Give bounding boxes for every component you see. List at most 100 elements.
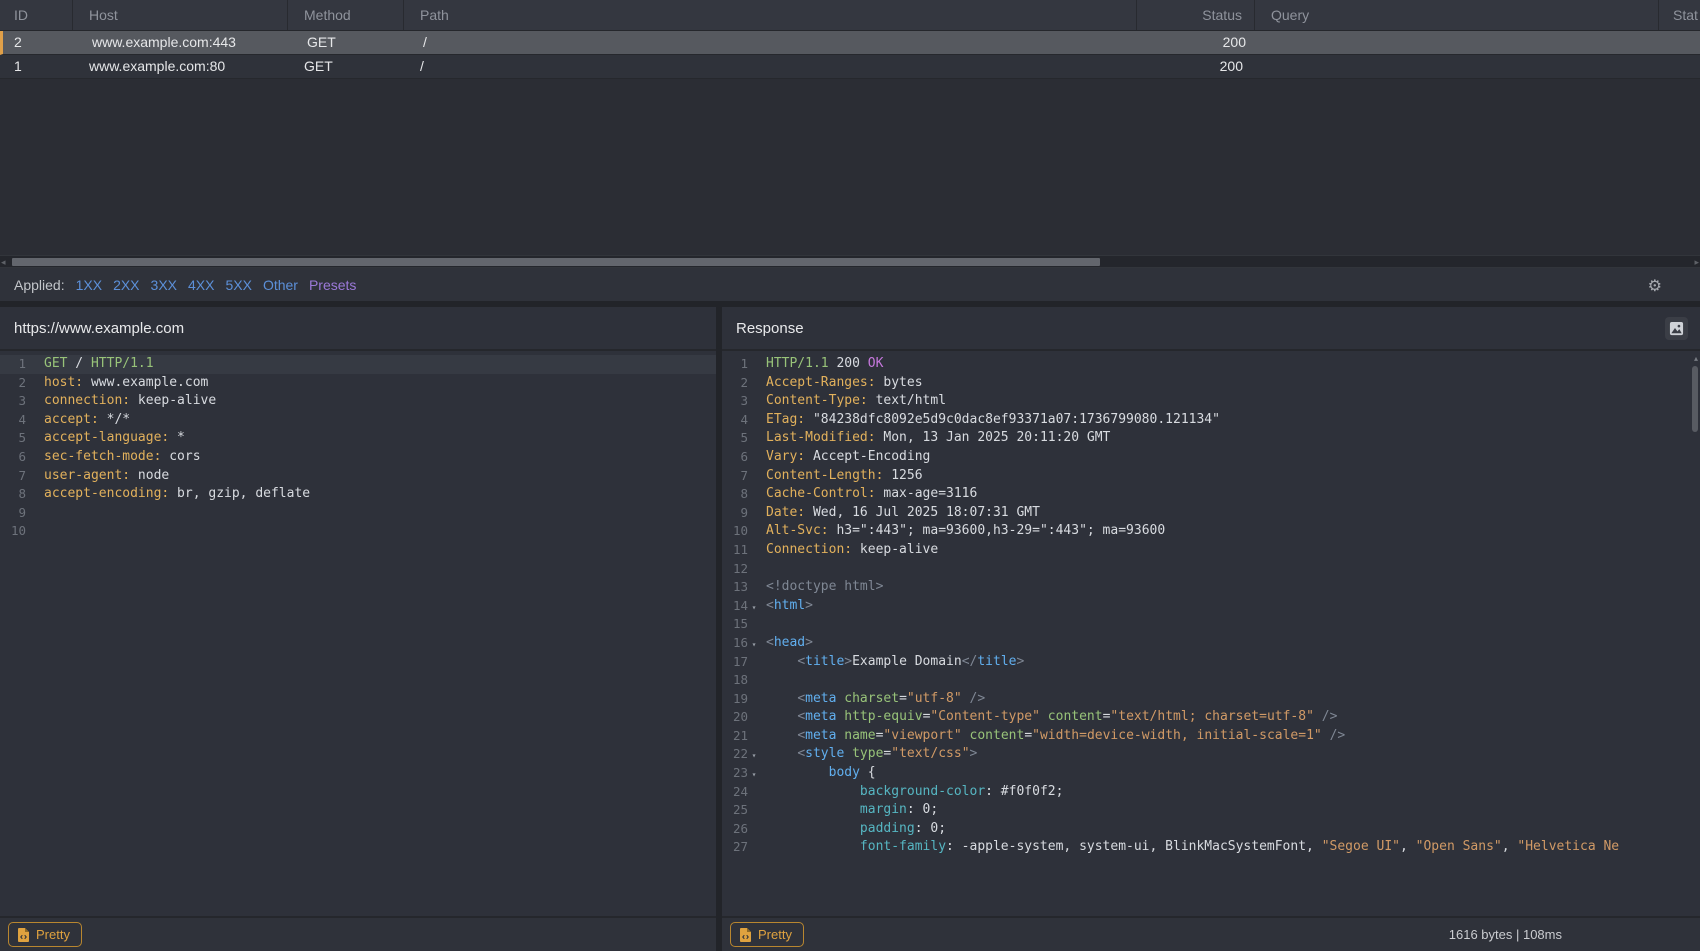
filter-5xx[interactable]: 5XX [225,277,251,293]
line-number: 23 [722,764,748,783]
filter-3xx[interactable]: 3XX [151,277,177,293]
code-text: background-color: #f0f0f2; [766,783,1063,802]
response-pretty-button[interactable]: Pretty [730,922,804,947]
column-header-query[interactable]: Query [1255,0,1659,30]
code-line: 19 <meta charset="utf-8" /> [722,690,1700,709]
filter-1xx[interactable]: 1XX [76,277,102,293]
column-header-path[interactable]: Path [404,0,1137,30]
line-number: 4 [0,411,26,430]
code-line: 4accept: */* [0,411,716,430]
scroll-up-icon[interactable]: ▴ [1694,354,1698,363]
code-line: 10 [0,522,716,541]
fold-toggle-icon[interactable]: ▾ [748,634,760,653]
code-line: 11Connection: keep-alive [722,541,1700,560]
scroll-right-icon[interactable]: ▸ [1694,257,1699,267]
fold-toggle-icon[interactable]: ▾ [748,764,760,783]
horizontal-scrollbar[interactable]: ◂ ▸ [0,255,1700,268]
code-text: accept-language: * [44,429,185,448]
response-panel-header: Response [722,307,1700,351]
pretty-file-icon [18,928,29,942]
table-row[interactable]: 1www.example.com:80GET/200 [0,55,1700,79]
line-number: 21 [722,727,748,746]
fold-toggle-icon[interactable]: ▾ [748,597,760,616]
fold-toggle-icon[interactable]: ▾ [748,745,760,764]
code-line: 9Date: Wed, 16 Jul 2025 18:07:31 GMT [722,504,1700,523]
column-header-host[interactable]: Host [73,0,288,30]
code-line: 3connection: keep-alive [0,392,716,411]
filter-4xx[interactable]: 4XX [188,277,214,293]
code-line: 17 <title>Example Domain</title> [722,653,1700,672]
request-footer: Pretty [0,916,716,951]
column-header-stat[interactable]: Stat [1659,0,1700,30]
fold-spacer [748,653,760,672]
line-number: 3 [722,392,748,411]
fold-spacer [748,820,760,839]
line-number: 27 [722,838,748,857]
fold-spacer [748,615,760,634]
response-editor[interactable]: ▴ 1HTTP/1.1 200 OK2Accept-Ranges: bytes3… [722,353,1700,916]
fold-spacer [748,801,760,820]
line-number: 5 [722,429,748,448]
request-pretty-label: Pretty [36,927,70,942]
line-number: 7 [722,467,748,486]
response-scrollbar-thumb[interactable] [1692,366,1698,432]
code-line: 6Vary: Accept-Encoding [722,448,1700,467]
code-text: Last-Modified: Mon, 13 Jan 2025 20:11:20… [766,429,1110,448]
column-header-method[interactable]: Method [288,0,404,30]
table-row[interactable]: 2www.example.com:443GET/200 [0,31,1700,55]
code-line: 25 margin: 0; [722,801,1700,820]
code-text: sec-fetch-mode: cors [44,448,201,467]
fold-spacer [26,355,38,374]
cell-method: GET [291,31,407,54]
request-editor[interactable]: 1GET / HTTP/1.12host: www.example.com3co… [0,353,716,916]
code-text: accept-encoding: br, gzip, deflate [44,485,310,504]
line-number: 14 [722,597,748,616]
code-line: 2host: www.example.com [0,374,716,393]
cell-status: 200 [1140,31,1258,54]
filter-2xx[interactable]: 2XX [113,277,139,293]
line-number: 8 [0,485,26,504]
code-line: 15 [722,615,1700,634]
fold-spacer [748,448,760,467]
line-number: 6 [0,448,26,467]
scroll-left-icon[interactable]: ◂ [1,257,6,267]
fold-spacer [748,485,760,504]
column-header-id[interactable]: ID [0,0,73,30]
fold-spacer [748,671,760,690]
fold-spacer [748,727,760,746]
code-line: 24 background-color: #f0f0f2; [722,783,1700,802]
code-text: host: www.example.com [44,374,208,393]
fold-spacer [748,429,760,448]
column-header-status[interactable]: Status [1137,0,1255,30]
code-text: body { [766,764,876,783]
line-number: 10 [722,522,748,541]
fold-spacer [26,504,38,523]
filter-other[interactable]: Other [263,277,298,293]
code-text: <meta http-equiv="Content-type" content=… [766,708,1337,727]
fold-spacer [26,374,38,393]
code-line: 21 <meta name="viewport" content="width=… [722,727,1700,746]
line-number: 24 [722,783,748,802]
code-line: 7user-agent: node [0,467,716,486]
cell-query [1255,55,1659,78]
code-line: 18 [722,671,1700,690]
line-number: 17 [722,653,748,672]
gear-icon[interactable]: ⚙ [1648,276,1662,296]
line-number: 25 [722,801,748,820]
fold-spacer [748,504,760,523]
code-text: Connection: keep-alive [766,541,938,560]
code-text: Content-Length: 1256 [766,467,923,486]
horizontal-scrollbar-thumb[interactable] [12,258,1100,266]
status-filters: 1XX 2XX 3XX 4XX 5XX Other [76,277,298,293]
request-pretty-button[interactable]: Pretty [8,922,82,947]
fold-spacer [748,690,760,709]
filter-presets[interactable]: Presets [309,277,356,293]
code-line: 1HTTP/1.1 200 OK [722,355,1700,374]
line-number: 1 [722,355,748,374]
code-text: <!doctype html> [766,578,883,597]
code-text: Date: Wed, 16 Jul 2025 18:07:31 GMT [766,504,1040,523]
line-number: 16 [722,634,748,653]
cell-host: www.example.com:80 [73,55,288,78]
render-image-button[interactable] [1665,317,1688,340]
fold-spacer [748,411,760,430]
